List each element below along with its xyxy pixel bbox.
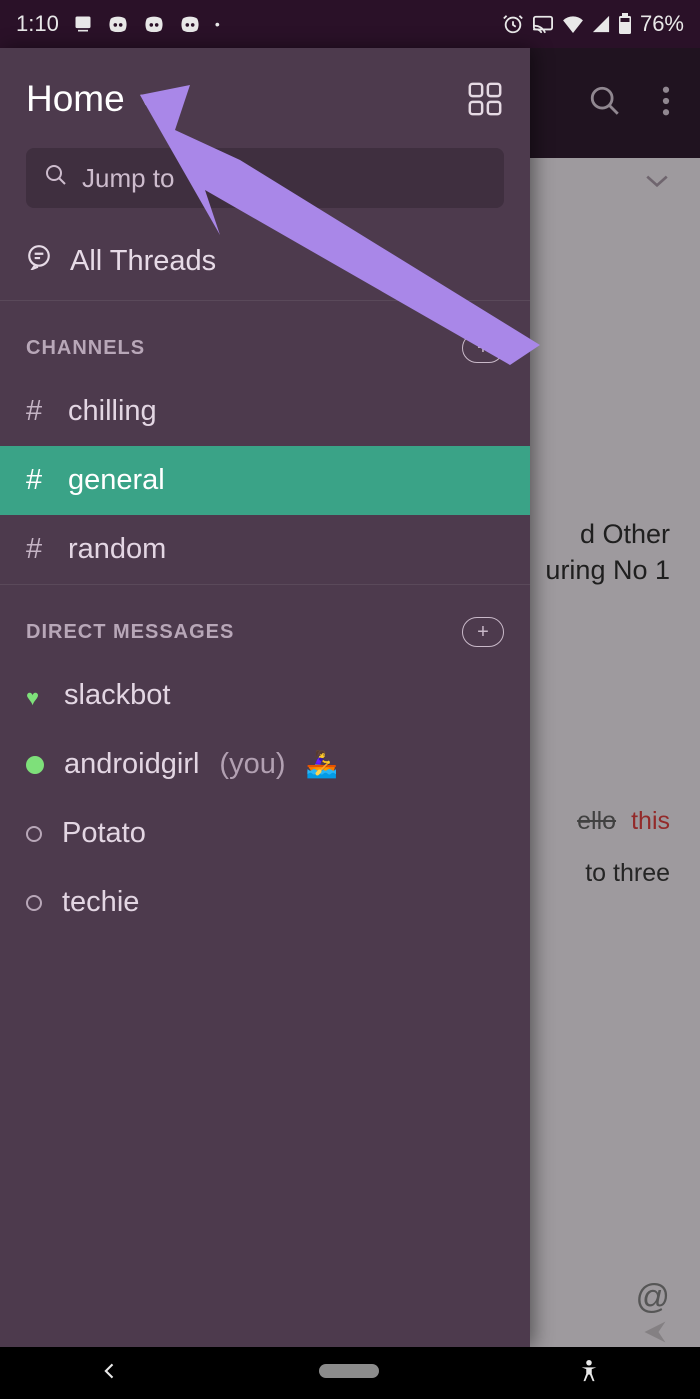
jump-to-search[interactable]: Jump to: [26, 148, 504, 208]
status-left: 1:10 •: [16, 11, 220, 37]
accessibility-icon[interactable]: [578, 1359, 600, 1388]
dms-section-header[interactable]: DIRECT MESSAGES +: [0, 584, 530, 661]
add-dm-button[interactable]: +: [462, 617, 504, 647]
message-code-fragment: to three: [585, 858, 670, 888]
workspace-drawer: Home ▼ Jump to All Threads CHANNELS + # …: [0, 48, 530, 1347]
wifi-icon: [562, 15, 584, 33]
battery-icon: [618, 13, 632, 35]
rowing-emoji: 🚣‍♀️: [306, 749, 338, 780]
presence-offline-icon: [26, 895, 42, 911]
channel-item-random[interactable]: # random: [0, 515, 530, 584]
android-nav-bar: [0, 1347, 700, 1399]
back-button[interactable]: [100, 1361, 120, 1386]
android-status-bar: 1:10 • 76%: [0, 0, 700, 48]
mention-icon[interactable]: @: [635, 1278, 670, 1317]
all-threads-row[interactable]: All Threads: [0, 222, 530, 300]
channels-section-header[interactable]: CHANNELS +: [0, 300, 530, 377]
dms-label: DIRECT MESSAGES: [26, 621, 234, 644]
dm-item-techie[interactable]: techie: [0, 868, 530, 937]
battery-percent: 76%: [640, 11, 684, 37]
dm-name: slackbot: [64, 679, 170, 712]
channel-item-chilling[interactable]: # chilling: [0, 377, 530, 446]
message-text-fragment: d Other uring No 1: [545, 516, 670, 589]
search-placeholder: Jump to: [82, 163, 175, 194]
status-time: 1:10: [16, 11, 59, 37]
search-icon[interactable]: [588, 84, 622, 123]
channel-item-general[interactable]: # general: [0, 446, 530, 515]
discord-icon: [179, 15, 201, 33]
more-notifications-dot: •: [215, 16, 220, 32]
hash-icon: #: [26, 395, 48, 428]
caret-down-icon: ▼: [137, 89, 155, 110]
workspace-switcher[interactable]: Home ▼: [26, 78, 155, 120]
workspace-name: Home: [26, 78, 125, 120]
notification-icon: [73, 14, 93, 34]
hash-icon: #: [26, 464, 48, 497]
alarm-icon: [502, 13, 524, 35]
dm-item-potato[interactable]: Potato: [0, 799, 530, 868]
channel-name: general: [68, 464, 165, 497]
you-tag: (you): [219, 748, 285, 781]
compose-toolbar: @: [635, 1278, 670, 1317]
signal-icon: [592, 15, 610, 33]
presence-online-icon: [26, 756, 44, 774]
overflow-menu-icon[interactable]: [662, 86, 670, 121]
drawer-header: Home ▼: [0, 48, 530, 142]
threads-icon: [26, 244, 52, 278]
presence-offline-icon: [26, 826, 42, 842]
message-code-fragment: ello this: [577, 806, 670, 836]
dm-name: androidgirl: [64, 748, 199, 781]
dm-item-androidgirl[interactable]: androidgirl (you) 🚣‍♀️: [0, 730, 530, 799]
heart-icon: ♥: [26, 687, 44, 705]
discord-icon: [107, 15, 129, 33]
dm-name: techie: [62, 886, 139, 919]
hash-icon: #: [26, 533, 48, 566]
home-pill[interactable]: [319, 1364, 379, 1383]
add-channel-button[interactable]: +: [462, 333, 504, 363]
threads-label: All Threads: [70, 245, 216, 278]
dm-name: Potato: [62, 817, 146, 850]
workspace-grid-icon[interactable]: [466, 80, 504, 118]
discord-icon: [143, 15, 165, 33]
dm-item-slackbot[interactable]: ♥ slackbot: [0, 661, 530, 730]
channels-label: CHANNELS: [26, 337, 145, 360]
channel-name: random: [68, 533, 166, 566]
cast-icon: [532, 14, 554, 34]
channel-name: chilling: [68, 395, 157, 428]
search-icon: [44, 163, 68, 194]
status-right: 76%: [502, 11, 684, 37]
